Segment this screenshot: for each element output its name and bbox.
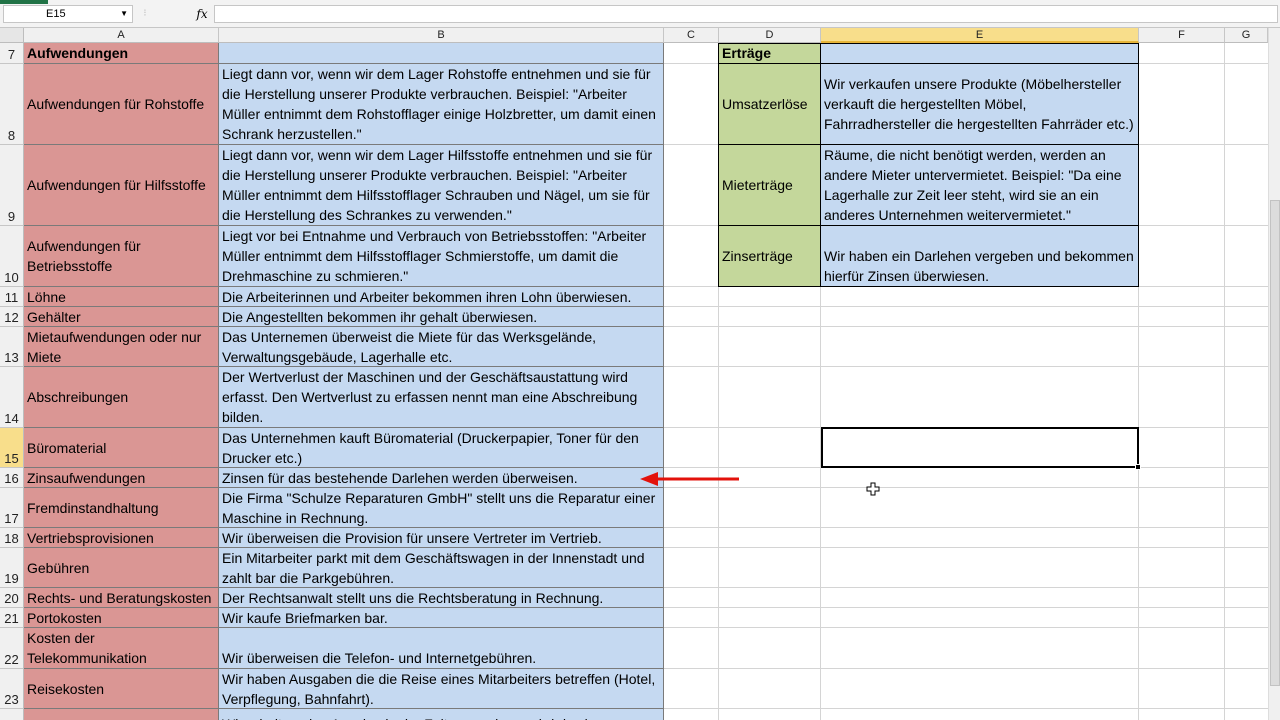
name-box[interactable]: E15 ▼ bbox=[3, 5, 133, 23]
column-header-e[interactable]: E bbox=[821, 28, 1139, 43]
formula-input[interactable] bbox=[214, 5, 1278, 23]
fx-icon[interactable]: fx bbox=[192, 5, 212, 23]
fill-handle[interactable] bbox=[1135, 464, 1141, 470]
cell-a20[interactable]: Rechts- und Beratungskosten bbox=[24, 588, 219, 608]
cell-b14[interactable]: Der Wertverlust der Maschinen und der Ge… bbox=[219, 367, 664, 428]
name-box-value: E15 bbox=[46, 8, 66, 20]
column-header-d[interactable]: D bbox=[719, 28, 821, 43]
row-header-18[interactable]: 18 bbox=[0, 528, 24, 548]
cell-b23[interactable]: Wir haben Ausgaben die die Reise eines M… bbox=[219, 669, 664, 709]
column-header-b[interactable]: B bbox=[219, 28, 664, 43]
column-header-a[interactable]: A bbox=[24, 28, 219, 43]
cell-b8[interactable]: Liegt dann vor, wenn wir dem Lager Rohst… bbox=[219, 64, 664, 145]
cell-a8[interactable]: Aufwendungen für Rohstoffe bbox=[24, 64, 219, 145]
vertical-scrollbar[interactable] bbox=[1268, 28, 1280, 720]
cell-a9[interactable]: Aufwendungen für Hilfsstoffe bbox=[24, 145, 219, 226]
formula-separator-icon: ⁝ bbox=[143, 8, 147, 19]
cell-b13[interactable]: Das Unternemen überweist die Miete für d… bbox=[219, 327, 664, 367]
row-header-14[interactable]: 14 bbox=[0, 367, 24, 428]
column-header-g[interactable]: G bbox=[1225, 28, 1268, 43]
cell-a19[interactable]: Gebühren bbox=[24, 548, 219, 588]
cell-a17[interactable]: Fremdinstandhaltung bbox=[24, 488, 219, 528]
formula-bar: E15 ▼ ⁝ fx bbox=[0, 0, 1280, 28]
row-header-12[interactable]: 12 bbox=[0, 307, 24, 327]
cell-d9[interactable]: Mieterträge bbox=[719, 145, 821, 226]
cell-b7[interactable] bbox=[219, 43, 664, 64]
cell-a7[interactable]: Aufwendungen bbox=[24, 43, 219, 64]
cell-e10[interactable]: Wir haben ein Darlehen vergeben und beko… bbox=[821, 226, 1139, 287]
row-header-7[interactable]: 7 bbox=[0, 43, 24, 64]
cell-b20[interactable]: Der Rechtsanwalt stellt uns die Rechtsbe… bbox=[219, 588, 664, 608]
cell-b22[interactable]: Wir überweisen die Telefon- und Internet… bbox=[219, 628, 664, 669]
row-header-8[interactable]: 8 bbox=[0, 64, 24, 145]
column-header-c[interactable]: C bbox=[664, 28, 719, 43]
row-header-19[interactable]: 19 bbox=[0, 548, 24, 588]
cell-a22[interactable]: Kosten der Telekommunikation bbox=[24, 628, 219, 669]
row-header-15[interactable]: 15 bbox=[0, 428, 24, 468]
cell-d10[interactable]: Zinserträge bbox=[719, 226, 821, 287]
row-header-next[interactable] bbox=[0, 709, 24, 720]
cell-a11[interactable]: Löhne bbox=[24, 287, 219, 307]
row-header-9[interactable]: 9 bbox=[0, 145, 24, 226]
cell-select-cursor-icon bbox=[866, 482, 880, 496]
row-header-10[interactable]: 10 bbox=[0, 226, 24, 287]
cell-a[interactable] bbox=[24, 709, 219, 720]
cell-d8[interactable]: Umsatzerlöse bbox=[719, 64, 821, 145]
cell-e7[interactable] bbox=[821, 43, 1139, 64]
cell-b18[interactable]: Wir überweisen die Provision für unsere … bbox=[219, 528, 664, 548]
row-header-13[interactable]: 13 bbox=[0, 327, 24, 367]
cell-a13[interactable]: Mietaufwendungen oder nur Miete bbox=[24, 327, 219, 367]
cell-a12[interactable]: Gehälter bbox=[24, 307, 219, 327]
cell-b21[interactable]: Wir kaufe Briefmarken bar. bbox=[219, 608, 664, 628]
cell-b11[interactable]: Die Arbeiterinnen und Arbeiter bekommen … bbox=[219, 287, 664, 307]
scrollbar-thumb[interactable] bbox=[1270, 200, 1280, 686]
row-header-21[interactable]: 21 bbox=[0, 608, 24, 628]
cell-a21[interactable]: Portokosten bbox=[24, 608, 219, 628]
cell-b15[interactable]: Das Unternehmen kauft Büromaterial (Druc… bbox=[219, 428, 664, 468]
ribbon-accent bbox=[0, 0, 48, 4]
row-header-23[interactable]: 23 bbox=[0, 669, 24, 709]
cell-e9[interactable]: Räume, die nicht benötigt werden, werden… bbox=[821, 145, 1139, 226]
cell-a15[interactable]: Büromaterial bbox=[24, 428, 219, 468]
cell-b10[interactable]: Liegt vor bei Entnahme und Verbrauch von… bbox=[219, 226, 664, 287]
cell-b[interactable]: Wir erhalten eine Anzeige in der Zeitung… bbox=[219, 709, 664, 720]
cell-a23[interactable]: Reisekosten bbox=[24, 669, 219, 709]
red-left-arrow-icon bbox=[640, 472, 739, 486]
cell-b12[interactable]: Die Angestellten bekommen ihr gehalt übe… bbox=[219, 307, 664, 327]
select-all-corner[interactable] bbox=[0, 28, 24, 43]
row-header-16[interactable]: 16 bbox=[0, 468, 24, 488]
cell-b9[interactable]: Liegt dann vor, wenn wir dem Lager Hilfs… bbox=[219, 145, 664, 226]
row-header-17[interactable]: 17 bbox=[0, 488, 24, 528]
cell-a14[interactable]: Abschreibungen bbox=[24, 367, 219, 428]
row-header-11[interactable]: 11 bbox=[0, 287, 24, 307]
cell-a16[interactable]: Zinsaufwendungen bbox=[24, 468, 219, 488]
row-header-20[interactable]: 20 bbox=[0, 588, 24, 608]
chevron-down-icon[interactable]: ▼ bbox=[120, 6, 128, 22]
cell-d7[interactable]: Erträge bbox=[719, 43, 821, 64]
active-cell-e15[interactable] bbox=[821, 427, 1141, 470]
column-header-f[interactable]: F bbox=[1139, 28, 1225, 43]
cell-a10[interactable]: Aufwendungen für Betriebsstoffe bbox=[24, 226, 219, 287]
cell-e8[interactable]: Wir verkaufen unsere Produkte (Möbelhers… bbox=[821, 64, 1139, 145]
cell-a18[interactable]: Vertriebsprovisionen bbox=[24, 528, 219, 548]
cell-b17[interactable]: Die Firma "Schulze Reparaturen GmbH" ste… bbox=[219, 488, 664, 528]
cell-b16[interactable]: Zinsen für das bestehende Darlehen werde… bbox=[219, 468, 664, 488]
row-header-22[interactable]: 22 bbox=[0, 628, 24, 669]
cell-b19[interactable]: Ein Mitarbeiter parkt mit dem Geschäftsw… bbox=[219, 548, 664, 588]
